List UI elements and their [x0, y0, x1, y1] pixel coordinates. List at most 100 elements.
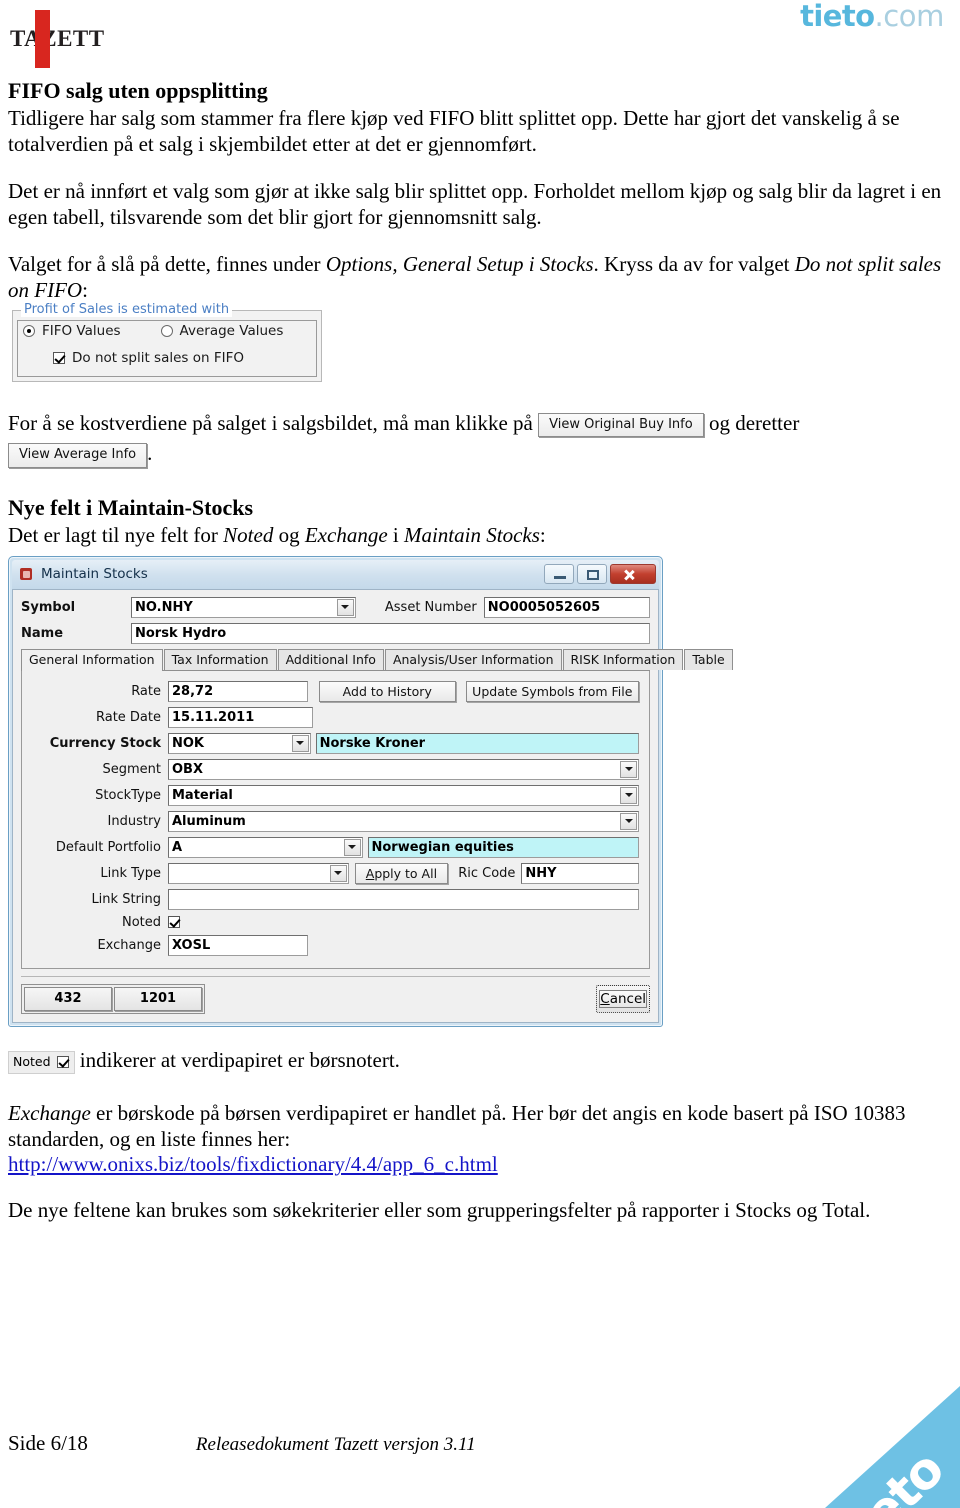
- chevron-down-icon[interactable]: [291, 734, 309, 752]
- checkbox-row: Do not split sales on FIFO: [53, 350, 244, 366]
- view-original-buy-info-button[interactable]: View Original Buy Info: [538, 412, 704, 438]
- rate-label: Rate: [131, 683, 161, 699]
- cancel-button[interactable]: Cancel: [599, 989, 647, 1008]
- symbol-combo[interactable]: NO.NHY: [131, 596, 356, 618]
- default-portfolio-combo[interactable]: A: [168, 836, 363, 858]
- tieto-logo-com: .com: [874, 0, 944, 33]
- tab-table[interactable]: Table: [684, 648, 733, 670]
- groupbox-legend: Profit of Sales is estimated with: [21, 301, 233, 317]
- industry-combo[interactable]: Aluminum: [168, 810, 639, 832]
- footer-document-title: Releasedokument Tazett versjon 3.11: [195, 1434, 476, 1455]
- view-buttons-text-c: .: [147, 441, 153, 466]
- rate-date-row: Rate Date 15.11.2011: [32, 706, 639, 728]
- profit-of-sales-groupbox: Profit of Sales is estimated with FIFO V…: [12, 301, 322, 382]
- page-header: TAZETT tieto.com: [0, 0, 960, 78]
- para3-part-b: . Kryss da av for valget: [593, 251, 795, 276]
- maximize-icon[interactable]: [577, 564, 607, 585]
- tab-analysis-user-information[interactable]: Analysis/User Information: [384, 648, 562, 670]
- ms-emphasis-exchange: Exchange: [304, 522, 388, 547]
- segment-combo[interactable]: OBX: [168, 758, 639, 780]
- paragraph-final: De nye feltene kan brukes som søkekriter…: [8, 1198, 871, 1223]
- ms-part-b: og: [273, 522, 305, 547]
- dialog-footer: 432 1201 Cancel: [21, 975, 650, 1014]
- paragraph-view-buttons: For å se kostverdiene på salget i salgsb…: [8, 408, 946, 469]
- view-average-info-button[interactable]: View Average Info: [8, 442, 148, 468]
- rate-row: Rate 28,72 Add to History Update Symbols…: [32, 680, 639, 702]
- para3-part-a: Valget for å slå på dette, finnes under: [8, 251, 326, 276]
- para3-emphasis-options: Options, General Setup i Stocks: [325, 251, 594, 276]
- window-title: Maintain Stocks: [41, 566, 148, 583]
- symbol-value: NO.NHY: [135, 599, 193, 615]
- noted-checkbox[interactable]: [168, 916, 180, 929]
- window-controls: [544, 564, 656, 585]
- tab-panel-general-information: Rate 28,72 Add to History Update Symbols…: [21, 670, 650, 969]
- asset-number-label: Asset Number: [384, 599, 477, 615]
- para3-part-c: :: [82, 278, 88, 303]
- close-icon[interactable]: [610, 564, 656, 585]
- rate-field[interactable]: 28,72: [168, 680, 308, 702]
- radio-fifo-values-icon[interactable]: [23, 324, 35, 337]
- chevron-down-icon[interactable]: [336, 598, 354, 616]
- window-titlebar[interactable]: Maintain Stocks: [12, 559, 659, 589]
- chevron-down-icon[interactable]: [620, 786, 637, 804]
- rate-date-label: Rate Date: [95, 709, 161, 725]
- exchange-field[interactable]: XOSL: [168, 934, 308, 956]
- tazett-logo-text: TAZETT: [10, 26, 105, 51]
- section-title-fifo: FIFO salg uten oppsplitting: [8, 78, 268, 103]
- industry-row: Industry Aluminum: [32, 810, 639, 832]
- iso-10383-link[interactable]: http://www.onixs.biz/tools/fixdictionary…: [8, 1152, 498, 1176]
- tazett-logo: TAZETT: [8, 4, 138, 68]
- rate-date-field[interactable]: 15.11.2011: [168, 706, 313, 728]
- minimize-icon[interactable]: [544, 564, 574, 585]
- ric-code-field[interactable]: NHY: [521, 862, 639, 884]
- noted-row: Noted: [32, 915, 639, 930]
- count-432-button[interactable]: 432: [24, 986, 112, 1011]
- radio-fifo-values-label[interactable]: FIFO Values: [42, 323, 121, 339]
- chevron-down-icon[interactable]: [620, 812, 637, 830]
- chevron-down-icon[interactable]: [329, 864, 347, 882]
- tab-general-information[interactable]: General Information: [21, 648, 163, 671]
- ms-part-c: i: [387, 522, 404, 547]
- asset-number-field[interactable]: NO0005052605: [483, 596, 650, 618]
- apply-to-all-button[interactable]: Apply to All: [354, 862, 449, 884]
- noted-inline-checkbox[interactable]: [56, 1055, 69, 1068]
- view-buttons-text-a: For å se kostverdiene på salget i salgsb…: [8, 410, 539, 435]
- tab-risk-information[interactable]: RISK Information: [562, 648, 684, 670]
- name-field[interactable]: Norsk Hydro: [131, 622, 650, 644]
- link-string-label: Link String: [91, 891, 161, 907]
- add-to-history-button[interactable]: Add to History: [318, 680, 456, 702]
- paragraph-fifo-2: Det er nå innført et valg som gjør at ik…: [8, 178, 942, 230]
- chevron-down-icon[interactable]: [620, 760, 637, 778]
- segment-row: Segment OBX: [32, 758, 639, 780]
- ms-part-d: :: [539, 522, 546, 547]
- tab-additional-info[interactable]: Additional Info: [277, 648, 384, 670]
- radio-group-row: FIFO Values Average Values: [23, 323, 283, 339]
- document-body-lower: Noted indikerer at verdipapiret er børsn…: [0, 1027, 960, 1224]
- page-footer: Side 6/18 Releasedokument Tazett versjon…: [0, 1431, 960, 1456]
- noted-inline-widget: Noted: [8, 1050, 75, 1074]
- update-symbols-from-file-button[interactable]: Update Symbols from File: [465, 680, 639, 702]
- symbol-row: Symbol NO.NHY Asset Number NO0005052605: [21, 596, 650, 618]
- tab-tax-information[interactable]: Tax Information: [163, 648, 277, 670]
- link-type-combo[interactable]: [168, 862, 349, 884]
- radio-average-values-label[interactable]: Average Values: [180, 323, 284, 339]
- radio-average-values-icon[interactable]: [160, 324, 173, 337]
- maintain-stocks-window: Maintain Stocks Symbol NO.NHY Asset Numb…: [8, 555, 733, 1027]
- noted-inline-text: indikerer at verdipapiret er børsnotert.: [74, 1047, 400, 1072]
- link-string-field[interactable]: [168, 888, 639, 910]
- count-1201-button[interactable]: 1201: [114, 986, 202, 1011]
- cancel-button-focus-ring: Cancel: [596, 984, 650, 1013]
- currency-stock-combo[interactable]: NOK: [168, 732, 311, 754]
- checkbox-do-not-split-label[interactable]: Do not split sales on FIFO: [72, 350, 244, 366]
- stocktype-combo[interactable]: Material: [168, 784, 639, 806]
- paragraph-fifo-1: Tidligere har salg som stammer fra flere…: [8, 105, 900, 157]
- default-portfolio-row: Default Portfolio A Norwegian equities: [32, 836, 639, 858]
- chevron-down-icon[interactable]: [343, 838, 361, 856]
- checkbox-do-not-split-icon[interactable]: [53, 351, 65, 364]
- currency-stock-row: Currency Stock NOK Norske Kroner: [32, 732, 639, 754]
- currency-stock-label: Currency Stock: [49, 735, 161, 751]
